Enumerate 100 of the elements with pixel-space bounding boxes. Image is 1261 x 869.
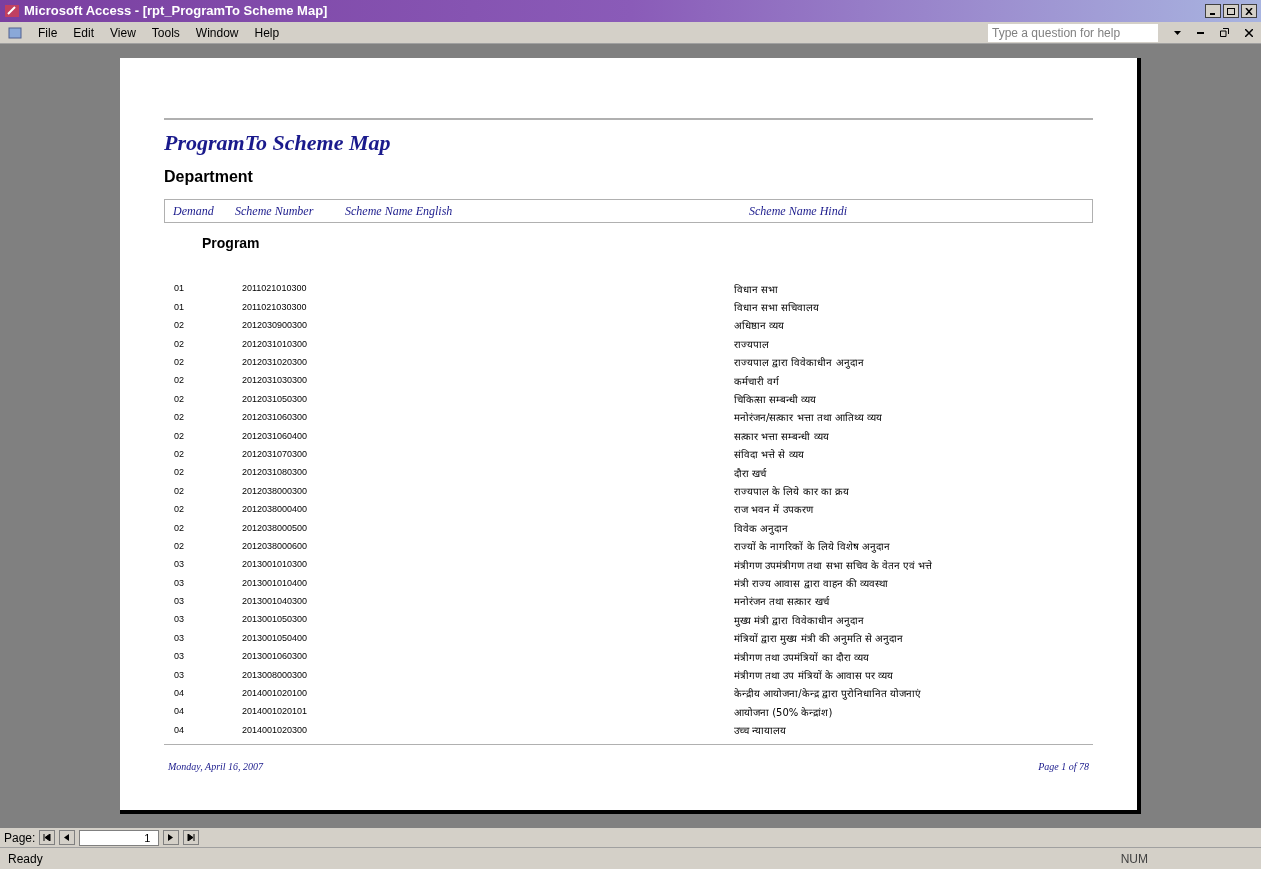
demand-cell-text: 02 xyxy=(173,356,185,369)
next-page-icon xyxy=(168,834,175,841)
menu-item[interactable]: Tools xyxy=(151,23,180,42)
minimize-icon[interactable] xyxy=(1197,31,1204,34)
demand-cell-text: 03 xyxy=(173,576,185,590)
scheme-number-cell-text: 2013001050400 xyxy=(242,631,309,645)
demand-cell-text: 04 xyxy=(173,687,185,701)
scheme-name-hindi-cell-text: मंत्रीगण तथा उपमंत्रियों का दौरा व्यय xyxy=(734,650,869,665)
scheme-name-hindi-cell-text: राज्यों के नागरिकों के लिये विशेष अनुदान xyxy=(734,540,891,555)
report-date: Monday, April 16, 2007 xyxy=(168,759,264,774)
scheme-name-hindi-cell-text: संविदा भत्ते से व्यय xyxy=(734,448,804,463)
demand-cell-text: 03 xyxy=(173,631,185,645)
demand-cell-text: 02 xyxy=(173,447,185,461)
demand-cell-text: 02 xyxy=(173,521,185,535)
scheme-name-hindi-cell-text: मंत्रियों द्वारा मुख्य मंत्री की अनुमति से अनुदान xyxy=(734,632,904,647)
demand-cell-text: 02 xyxy=(173,429,185,443)
column-header: Demand xyxy=(173,203,215,220)
close-button[interactable] xyxy=(1241,4,1257,18)
column-header: Scheme Name English xyxy=(345,203,454,220)
demand-cell-text: 03 xyxy=(173,558,185,572)
scheme-number-cell-text: 2013001040300 xyxy=(242,595,309,609)
scheme-name-hindi-cell-text: राज्यपाल के लिये कार का क्रय xyxy=(734,485,849,499)
scheme-number-cell-text: 2013001050300 xyxy=(242,613,309,627)
scheme-number-cell-text: 2012030900300 xyxy=(242,319,309,333)
demand-cell-text: 01 xyxy=(173,300,185,314)
demand-cell-text: 02 xyxy=(173,411,185,425)
demand-cell-text: 02 xyxy=(173,337,185,351)
demand-cell-text: 02 xyxy=(173,539,185,553)
menu-item[interactable]: Edit xyxy=(73,23,95,42)
close-icon xyxy=(1245,7,1253,15)
scheme-name-hindi-cell-text: विधान सभा xyxy=(734,282,779,297)
minimize-button[interactable] xyxy=(1205,4,1221,18)
demand-cell-text: 02 xyxy=(173,374,185,388)
scheme-number-cell-text: 2012038000300 xyxy=(242,484,309,498)
demand-cell-text: 03 xyxy=(173,650,185,664)
scheme-name-hindi-cell-text: कर्मचारी वर्ग xyxy=(734,374,780,389)
scheme-number-cell-text: 2014001020100 xyxy=(242,687,309,701)
scheme-number-cell-text: 2014001020101 xyxy=(242,705,309,719)
scheme-number-cell-text: 2012031020300 xyxy=(242,356,309,369)
demand-cell-text: 02 xyxy=(173,319,185,333)
scheme-name-hindi-cell-text: मंत्रीगण उपमंत्रीगण तथा सभा सचिव के वेतन एवं भत्ते xyxy=(734,558,933,573)
scheme-name-hindi-cell-text: अधिष्ठान व्यय xyxy=(734,319,785,334)
scheme-number-cell-text: 2013001010400 xyxy=(242,576,309,590)
scheme-number-cell-text: 2012038000400 xyxy=(242,503,309,517)
demand-cell-text: 03 xyxy=(173,668,185,682)
last-page-button[interactable] xyxy=(183,830,200,845)
scheme-number-cell-text: 2012031050300 xyxy=(242,392,309,406)
scheme-name-hindi-cell-text: राज भवन में उपकरण xyxy=(734,503,813,518)
status-text: Ready xyxy=(8,850,43,868)
dropdown-arrow-icon[interactable] xyxy=(1174,30,1181,35)
demand-cell-text: 01 xyxy=(173,282,185,296)
scheme-number-cell-text: 2014001020300 xyxy=(242,723,309,737)
scheme-number-cell-text: 2012031060400 xyxy=(242,429,309,443)
scheme-number-cell-text: 2011021010300 xyxy=(242,282,308,296)
first-page-button[interactable] xyxy=(39,830,56,845)
scheme-number-cell-text: 2012031030300 xyxy=(242,374,309,388)
scheme-name-hindi-cell-text: मुख्य मंत्री द्वारा विवेकाधीन अनुदान xyxy=(734,613,864,628)
scheme-number-cell-text: 2012031070300 xyxy=(242,447,309,461)
scheme-name-hindi-cell-text: उच्च न्यायालय xyxy=(734,724,787,739)
scheme-name-hindi-cell-text: चिकित्सा सम्बन्धी व्यय xyxy=(734,393,817,408)
scheme-name-hindi-cell-text: विधान सभा सचिवालय xyxy=(734,301,820,316)
num-lock-indicator: NUM xyxy=(1120,850,1148,868)
report-title: ProgramTo Scheme Map xyxy=(164,129,392,157)
page-label: Page: xyxy=(4,829,36,847)
restore-icon[interactable] xyxy=(1220,28,1229,37)
previous-page-icon xyxy=(64,834,71,841)
maximize-icon xyxy=(1227,7,1235,15)
scheme-number-cell-text: 2013008000300 xyxy=(242,668,309,682)
menu-item[interactable]: View xyxy=(110,23,136,42)
scheme-name-hindi-cell-text: मंत्रीगण तथा उप मंत्रियों के आवास पर व्यय xyxy=(734,668,894,683)
scheme-name-hindi-cell-text: मनोरंजन/सत्कार भत्ता तथा आतिथ्य व्यय xyxy=(734,411,883,426)
help-field[interactable]: Type a question for help xyxy=(988,23,1158,42)
scheme-name-hindi-cell-text: मंत्री राज्य आवास द्वारा वाहन की व्यवस्था xyxy=(734,576,889,591)
scheme-name-hindi-cell-text: दौरा खर्च xyxy=(734,466,767,481)
scheme-name-hindi-cell-text: आयोजना (50% केन्द्रांश) xyxy=(734,705,833,720)
scheme-number-cell-text: 2012031060300 xyxy=(242,411,309,425)
demand-cell-text: 02 xyxy=(173,392,185,406)
demand-cell-text: 02 xyxy=(173,466,185,480)
previous-page-button[interactable] xyxy=(59,830,76,845)
demand-cell-text: 04 xyxy=(173,723,185,737)
last-page-icon xyxy=(187,834,196,841)
demand-cell-text: 02 xyxy=(173,503,185,517)
menu-item[interactable]: Help xyxy=(254,23,280,42)
demand-cell-text: 02 xyxy=(173,484,185,498)
maximize-button[interactable] xyxy=(1223,4,1239,18)
subgroup-heading: Program xyxy=(202,234,261,253)
menu-item[interactable]: Window xyxy=(195,23,239,42)
window-title: Microsoft Access - [rpt_ProgramTo Scheme Map] xyxy=(24,2,328,21)
close-icon[interactable] xyxy=(1245,28,1253,37)
page-number-field[interactable]: 1 xyxy=(79,829,160,846)
scheme-name-hindi-cell-text: राज्यपाल xyxy=(734,337,769,352)
demand-cell-text: 03 xyxy=(173,613,185,627)
scheme-number-cell-text: 2012031010300 xyxy=(242,337,309,351)
scheme-name-hindi-cell-text: सत्कार भत्ता सम्बन्धी व्यय xyxy=(734,429,829,444)
page-count: Page 1 of 78 xyxy=(1038,759,1089,774)
next-page-button[interactable] xyxy=(163,830,180,845)
scheme-number-cell-text: 2012038000600 xyxy=(242,539,309,553)
demand-cell-text: 03 xyxy=(173,595,185,609)
menu-item[interactable]: File xyxy=(38,23,58,42)
demand-cell-text: 04 xyxy=(173,705,185,719)
